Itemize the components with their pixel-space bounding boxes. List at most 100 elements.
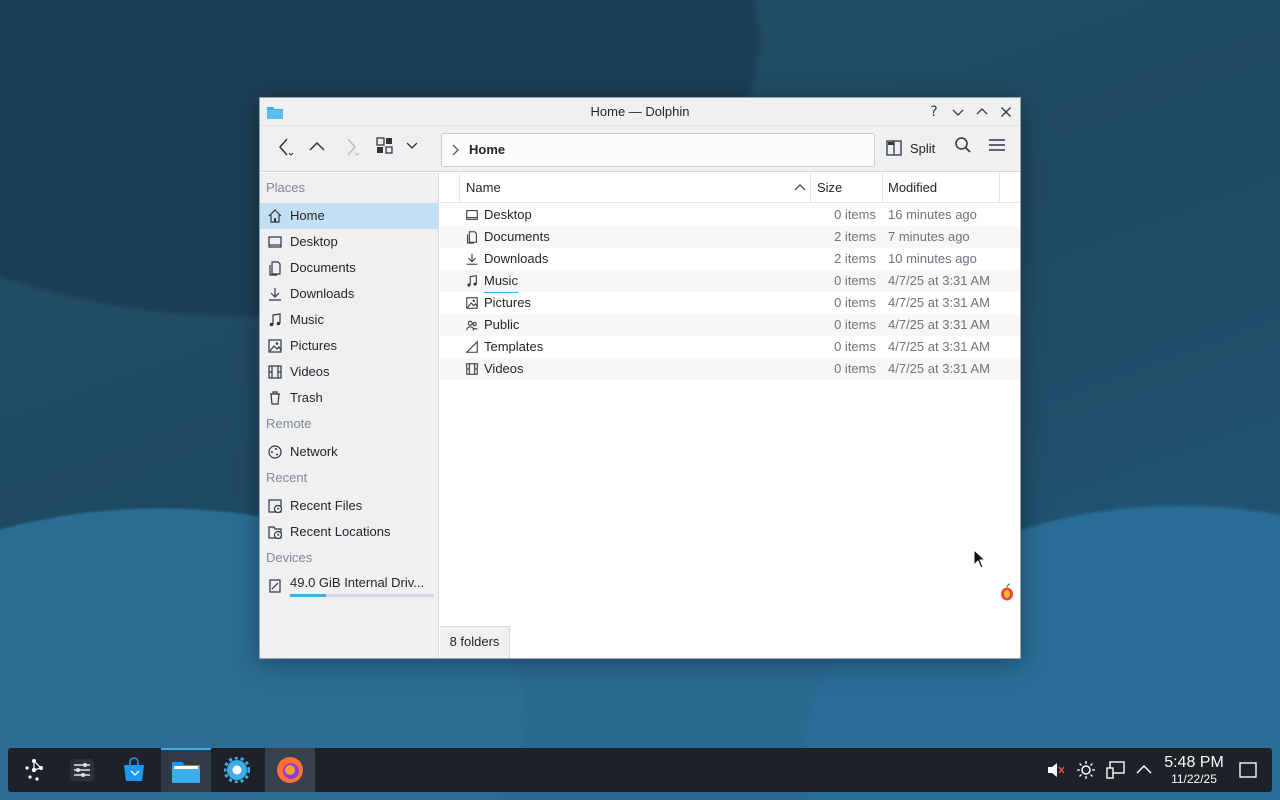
downloads-icon bbox=[267, 286, 283, 302]
brightness-icon[interactable] bbox=[1076, 760, 1096, 780]
forward-button[interactable] bbox=[338, 136, 364, 162]
name-column-header[interactable]: Name bbox=[460, 173, 811, 203]
sidebar-item-home[interactable]: Home bbox=[260, 203, 438, 229]
sidebar-item-label: Home bbox=[290, 208, 325, 223]
breadcrumb-home[interactable]: Home bbox=[469, 134, 505, 166]
sidebar-item-label: Recent Locations bbox=[290, 524, 391, 539]
sidebar-item-recent-files[interactable]: Recent Files bbox=[260, 493, 438, 519]
table-row[interactable]: Public 0 items 4/7/25 at 3:31 AM bbox=[440, 314, 1020, 336]
modified-column-label: Modified bbox=[888, 180, 938, 195]
file-modified: 7 minutes ago bbox=[888, 229, 970, 244]
file-name: Public bbox=[484, 317, 520, 332]
drive-usage-fill bbox=[290, 594, 326, 597]
pictures-icon bbox=[465, 296, 479, 310]
search-icon bbox=[955, 137, 971, 153]
file-name: Downloads bbox=[484, 251, 549, 266]
status-bar-folder-count: 8 folders bbox=[440, 626, 510, 658]
application-launcher[interactable] bbox=[10, 748, 58, 792]
hamburger-menu-button[interactable] bbox=[984, 136, 1010, 162]
chevron-up-icon bbox=[976, 108, 988, 115]
recent-files-icon bbox=[267, 498, 283, 514]
split-button[interactable]: Split bbox=[884, 134, 942, 164]
task-system-settings-panel[interactable] bbox=[58, 748, 106, 792]
file-modified: 16 minutes ago bbox=[888, 207, 977, 222]
table-row[interactable]: Templates 0 items 4/7/25 at 3:31 AM bbox=[440, 336, 1020, 358]
sidebar-item-label: Trash bbox=[290, 390, 323, 405]
pictures-icon bbox=[267, 338, 283, 354]
table-row[interactable]: Documents 2 items 7 minutes ago bbox=[440, 226, 1020, 248]
modified-column-header[interactable]: Modified bbox=[882, 173, 1000, 203]
back-button[interactable] bbox=[272, 136, 298, 162]
file-view[interactable]: Name Size Modified Desktop 0 items 16 minu… bbox=[440, 173, 1020, 658]
network-icon bbox=[267, 444, 283, 460]
sidebar-item-label: Recent Files bbox=[290, 498, 363, 513]
sidebar-item-label: Documents bbox=[290, 260, 356, 275]
dolphin-window: Home — Dolphin ? Home Split Places Home … bbox=[259, 97, 1021, 659]
sidebar-item-network[interactable]: Network bbox=[260, 439, 438, 465]
sidebar-item-music[interactable]: Music bbox=[260, 307, 438, 333]
sidebar-item-recent-locations[interactable]: Recent Locations bbox=[260, 519, 438, 545]
table-row[interactable]: Desktop 0 items 16 minutes ago bbox=[440, 204, 1020, 226]
file-size: 0 items bbox=[834, 339, 876, 354]
table-row[interactable]: Downloads 2 items 10 minutes ago bbox=[440, 248, 1020, 270]
help-button[interactable]: ? bbox=[924, 102, 944, 122]
documents-icon bbox=[465, 230, 479, 244]
minimize-button[interactable] bbox=[948, 102, 968, 122]
location-bar[interactable]: Home bbox=[441, 133, 875, 167]
section-title-devices: Devices bbox=[266, 550, 313, 565]
network-wired-icon[interactable] bbox=[1106, 760, 1126, 780]
sidebar-item-trash[interactable]: Trash bbox=[260, 385, 438, 411]
apple-widget-icon[interactable] bbox=[1000, 583, 1014, 601]
gear-icon bbox=[224, 757, 250, 783]
task-discover[interactable] bbox=[110, 748, 158, 792]
sidebar-item-label: Videos bbox=[290, 364, 330, 379]
file-size: 0 items bbox=[834, 361, 876, 376]
view-mode-icon bbox=[376, 137, 393, 154]
volume-muted-icon[interactable] bbox=[1045, 760, 1065, 780]
table-row[interactable]: Music 0 items 4/7/25 at 3:31 AM bbox=[440, 270, 1020, 293]
clock-date[interactable]: 11/22/25 bbox=[1160, 772, 1228, 786]
tray-expand-icon[interactable] bbox=[1134, 760, 1154, 780]
sidebar-item-videos[interactable]: Videos bbox=[260, 359, 438, 385]
table-row[interactable]: Pictures 0 items 4/7/25 at 3:31 AM bbox=[440, 292, 1020, 314]
size-column-header[interactable]: Size bbox=[811, 173, 883, 203]
title-bar[interactable]: Home — Dolphin ? bbox=[260, 98, 1020, 126]
sort-ascending-icon bbox=[794, 184, 806, 191]
recent-locations-icon bbox=[267, 524, 283, 540]
task-firefox[interactable] bbox=[265, 748, 315, 792]
close-button[interactable] bbox=[996, 102, 1016, 122]
column-header: Name Size Modified bbox=[440, 173, 1020, 203]
chevron-down-icon bbox=[406, 142, 418, 149]
back-arrow-icon bbox=[279, 138, 294, 156]
window-title: Home — Dolphin bbox=[590, 104, 690, 119]
file-name: Videos bbox=[484, 361, 524, 376]
maximize-button[interactable] bbox=[972, 102, 992, 122]
view-options-dropdown[interactable] bbox=[399, 136, 425, 162]
split-label: Split bbox=[910, 141, 936, 156]
task-dolphin[interactable] bbox=[161, 748, 211, 792]
sidebar-item-downloads[interactable]: Downloads bbox=[260, 281, 438, 307]
sidebar-item-desktop[interactable]: Desktop bbox=[260, 229, 438, 255]
music-icon bbox=[465, 274, 479, 288]
file-name: Music bbox=[484, 270, 518, 293]
view-mode-button[interactable] bbox=[372, 136, 398, 162]
up-arrow-icon bbox=[309, 141, 325, 151]
sidebar-item-documents[interactable]: Documents bbox=[260, 255, 438, 281]
file-name: Desktop bbox=[484, 207, 532, 222]
sidebar-item-49-0-gib-internal-driv[interactable]: 49.0 GiB Internal Driv... bbox=[260, 573, 438, 599]
kde-launcher-icon bbox=[25, 759, 43, 781]
file-name: Documents bbox=[484, 229, 550, 244]
search-button[interactable] bbox=[950, 136, 976, 162]
sidebar-item-pictures[interactable]: Pictures bbox=[260, 333, 438, 359]
table-row[interactable]: Videos 0 items 4/7/25 at 3:31 AM bbox=[440, 358, 1020, 380]
up-button[interactable] bbox=[304, 136, 330, 162]
sidebar-item-label: Downloads bbox=[290, 286, 355, 301]
file-size: 0 items bbox=[834, 317, 876, 332]
videos-icon bbox=[465, 362, 479, 376]
task-settings[interactable] bbox=[213, 748, 261, 792]
drive-usage-bar bbox=[290, 594, 434, 597]
places-panel: Places Home Desktop Documents Downloads Music… bbox=[260, 173, 439, 658]
clock-time[interactable]: 5:48 PM bbox=[1160, 754, 1228, 772]
show-desktop-icon[interactable] bbox=[1238, 760, 1258, 780]
file-name: Pictures bbox=[484, 295, 531, 310]
